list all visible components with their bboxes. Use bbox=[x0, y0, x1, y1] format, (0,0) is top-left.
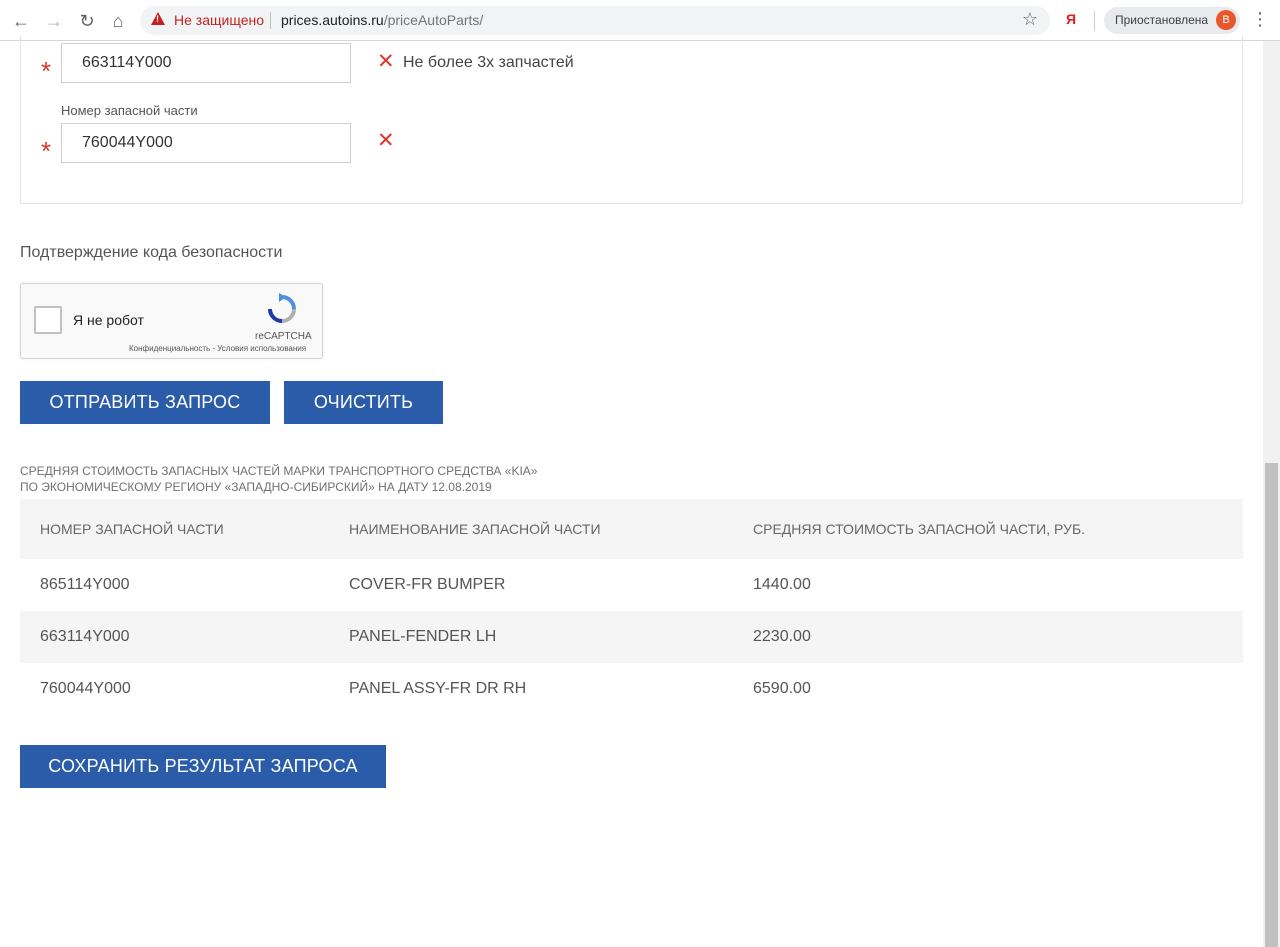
table-header: НОМЕР ЗАПАСНОЙ ЧАСТИ НАИМЕНОВАНИЕ ЗАПАСН… bbox=[20, 499, 1243, 559]
recaptcha-widget: Я не робот reCAPTCHA Конфиденциальность … bbox=[20, 283, 323, 359]
browser-toolbar: ← → ↻ ⌂ ! Не защищено prices.autoins.ru/… bbox=[0, 0, 1280, 41]
results-caption-line2: по экономическому региону «Западно-Сибир… bbox=[20, 480, 492, 494]
header-part-name: НАИМЕНОВАНИЕ ЗАПАСНОЙ ЧАСТИ bbox=[349, 521, 601, 537]
header-part-number: НОМЕР ЗАПАСНОЙ ЧАСТИ bbox=[40, 521, 224, 537]
results-table: НОМЕР ЗАПАСНОЙ ЧАСТИ НАИМЕНОВАНИЕ ЗАПАСН… bbox=[20, 499, 1243, 715]
part-number-input-1[interactable] bbox=[61, 43, 351, 83]
remove-x-icon[interactable]: ✕ bbox=[377, 130, 395, 151]
recaptcha-label: Я не робот bbox=[73, 312, 144, 328]
cell-part-number: 865114Y000 bbox=[40, 576, 130, 593]
yandex-extension-icon[interactable]: Я bbox=[1066, 11, 1076, 27]
star-icon[interactable]: ☆ bbox=[1022, 9, 1038, 30]
table-row: 760044Y000 PANEL ASSY-FR DR RH 6590.00 bbox=[20, 663, 1243, 715]
recaptcha-logo-icon bbox=[268, 293, 296, 323]
cell-part-number: 760044Y000 bbox=[40, 680, 131, 697]
avatar: B bbox=[1216, 10, 1236, 30]
reload-icon[interactable]: ↻ bbox=[76, 10, 98, 32]
required-mark: * bbox=[41, 136, 52, 166]
header-average-price: СРЕДНЯЯ СТОИМОСТЬ ЗАПАСНОЙ ЧАСТИ, РУБ. bbox=[753, 521, 1086, 537]
table-row: 865114Y000 COVER-FR BUMPER 1440.00 bbox=[20, 559, 1243, 611]
cell-part-name: PANEL ASSY-FR DR RH bbox=[349, 680, 527, 697]
error-message: Не более 3х запчастей bbox=[403, 54, 574, 71]
profile-button[interactable]: Приостановлена B bbox=[1104, 7, 1240, 34]
clear-button[interactable]: ОЧИСТИТЬ bbox=[284, 381, 443, 424]
cell-part-number: 663114Y000 bbox=[40, 628, 130, 645]
cell-price: 1440.00 bbox=[753, 576, 811, 593]
cell-part-name: PANEL-FENDER LH bbox=[349, 628, 497, 645]
profile-status: Приостановлена bbox=[1115, 13, 1209, 27]
recaptcha-terms-link[interactable]: Конфиденциальность - Условия использован… bbox=[129, 344, 306, 353]
back-arrow-icon[interactable]: ← bbox=[10, 10, 32, 32]
recaptcha-checkbox[interactable] bbox=[34, 306, 62, 334]
url-text[interactable]: prices.autoins.ru/priceAutoParts/ bbox=[281, 12, 483, 28]
part-number-input-2[interactable] bbox=[61, 123, 351, 163]
scrollbar-thumb[interactable] bbox=[1265, 463, 1278, 947]
forward-arrow-icon[interactable]: → bbox=[43, 10, 65, 32]
save-result-button[interactable]: СОХРАНИТЬ РЕЗУЛЬТАТ ЗАПРОСА bbox=[20, 745, 386, 788]
results-caption-line1: Средняя стоимость запасных частей марки … bbox=[20, 464, 538, 478]
menu-dots-icon[interactable]: ⋮ bbox=[1251, 9, 1269, 30]
table-row: 663114Y000 PANEL-FENDER LH 2230.00 bbox=[20, 611, 1243, 663]
part-number-label: Номер запасной части bbox=[61, 103, 198, 118]
cell-part-name: COVER-FR BUMPER bbox=[349, 576, 506, 593]
required-mark: * bbox=[41, 56, 52, 86]
home-icon[interactable]: ⌂ bbox=[107, 10, 129, 32]
submit-request-button[interactable]: ОТПРАВИТЬ ЗАПРОС bbox=[20, 381, 270, 424]
security-title: Подтверждение кода безопасности bbox=[20, 244, 283, 261]
cell-price: 2230.00 bbox=[753, 628, 811, 645]
remove-x-icon[interactable]: ✕ bbox=[377, 51, 395, 72]
cell-price: 6590.00 bbox=[753, 680, 811, 697]
address-bar[interactable]: ! Не защищено prices.autoins.ru/priceAut… bbox=[140, 6, 1050, 35]
security-status[interactable]: Не защищено bbox=[174, 12, 264, 28]
recaptcha-brand: reCAPTCHA bbox=[255, 331, 312, 342]
